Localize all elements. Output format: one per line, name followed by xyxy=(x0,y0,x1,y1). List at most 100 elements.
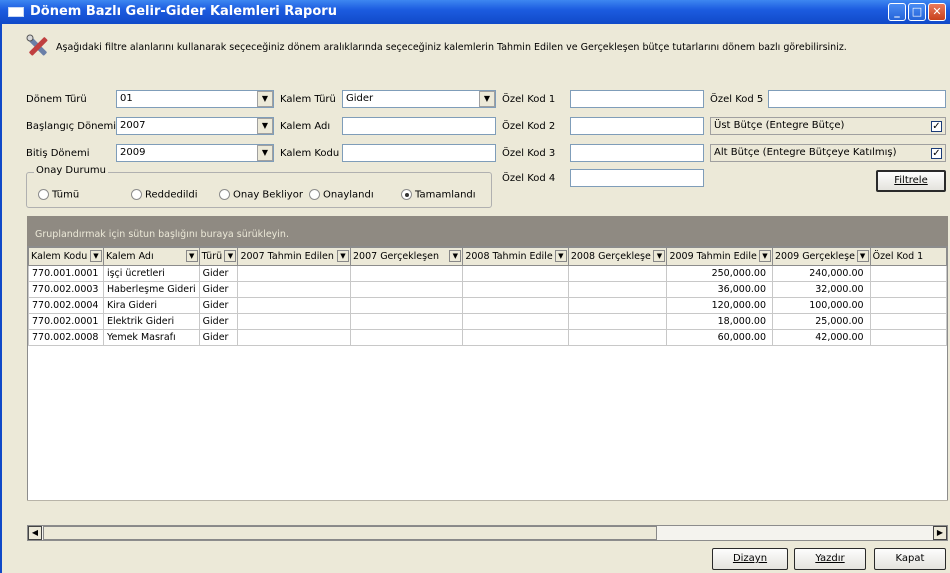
maximize-icon[interactable]: □ xyxy=(908,3,926,21)
bitis-select[interactable]: 2009 xyxy=(116,144,274,162)
cell[interactable] xyxy=(349,281,464,298)
cell[interactable]: Kira Gideri xyxy=(102,297,200,314)
scroll-left-icon[interactable]: ◀ xyxy=(28,526,42,540)
kalem-adi-input[interactable] xyxy=(342,117,496,135)
group-by-panel[interactable]: Gruplandırmak için sütun başlığını buray… xyxy=(27,216,948,246)
cell[interactable]: 60,000.00 xyxy=(666,329,773,346)
donem-turu-select[interactable]: 01 xyxy=(116,90,274,108)
cell[interactable] xyxy=(237,329,351,346)
radio-tamamlandi[interactable]: Tamamlandı xyxy=(401,189,476,201)
horizontal-scrollbar[interactable]: ◀ ▶ xyxy=(27,525,948,541)
chevron-down-icon[interactable]: ▼ xyxy=(856,250,869,262)
chevron-down-icon[interactable]: ▼ xyxy=(759,250,771,262)
radio-icon[interactable] xyxy=(38,189,49,200)
cell[interactable]: 32,000.00 xyxy=(772,281,871,298)
cell[interactable]: 240,000.00 xyxy=(772,265,871,282)
chevron-down-icon[interactable]: ▼ xyxy=(653,250,666,262)
cell[interactable]: 18,000.00 xyxy=(666,313,773,330)
cell[interactable]: 36,000.00 xyxy=(666,281,773,298)
cell[interactable] xyxy=(567,265,668,282)
cell[interactable]: 25,000.00 xyxy=(772,313,871,330)
cell[interactable]: 42,000.00 xyxy=(772,329,871,346)
cell[interactable]: 250,000.00 xyxy=(666,265,773,282)
cell[interactable]: Elektrik Gideri xyxy=(102,313,200,330)
ozel-kod-4-input[interactable] xyxy=(570,169,704,187)
cell[interactable] xyxy=(237,265,351,282)
cell[interactable]: Haberleşme Gideri xyxy=(102,281,200,298)
cell[interactable]: Gider xyxy=(198,313,239,330)
data-grid[interactable]: Kalem Kodu ▼ Kalem Adı ▼ Türü ▼ 2007 Tahmin… xyxy=(27,246,948,522)
cell[interactable]: 770.002.0008 xyxy=(28,329,104,346)
kalem-kodu-input[interactable] xyxy=(342,144,496,162)
minimize-icon[interactable]: _ xyxy=(888,3,906,21)
chevron-down-icon[interactable]: ▼ xyxy=(479,91,495,107)
cell[interactable] xyxy=(869,265,947,282)
radio-tumu[interactable]: Tümü xyxy=(38,189,79,201)
table-row[interactable]: 770.002.0001 Elektrik Gideri Gider 18,000.0… xyxy=(28,313,947,330)
close-icon[interactable]: ✕ xyxy=(928,3,946,21)
radio-icon[interactable] xyxy=(309,189,320,200)
yazdir-button[interactable]: Yazdır xyxy=(794,548,866,570)
cell[interactable] xyxy=(462,313,569,330)
column-header[interactable]: 2009 Tahmin Edile ▼ xyxy=(666,247,773,266)
scroll-right-icon[interactable]: ▶ xyxy=(933,526,947,540)
alt-butce-checkbox[interactable]: ✓ xyxy=(931,148,942,159)
cell[interactable] xyxy=(567,297,668,314)
cell[interactable]: 100,000.00 xyxy=(772,297,871,314)
cell[interactable] xyxy=(349,265,464,282)
cell[interactable]: 770.001.0001 xyxy=(28,265,104,282)
column-header[interactable]: 2008 Tahmin Edile ▼ xyxy=(462,247,569,266)
column-header[interactable]: Türü ▼ xyxy=(198,247,239,266)
cell[interactable]: işçi ücretleri xyxy=(102,265,200,282)
ozel-kod-5-input[interactable] xyxy=(768,90,946,108)
cell[interactable]: Gider xyxy=(198,281,239,298)
cell[interactable] xyxy=(462,265,569,282)
kalem-turu-select[interactable]: Gider xyxy=(342,90,496,108)
filtrele-button[interactable]: Filtrele xyxy=(876,170,946,192)
cell[interactable] xyxy=(869,297,947,314)
chevron-down-icon[interactable]: ▼ xyxy=(257,91,273,107)
cell[interactable]: 120,000.00 xyxy=(666,297,773,314)
title-bar[interactable]: Dönem Bazlı Gelir-Gider Kalemleri Raporu… xyxy=(0,0,950,24)
column-header[interactable]: Kalem Kodu ▼ xyxy=(28,247,104,266)
radio-onaylandi[interactable]: Onaylandı xyxy=(309,189,374,201)
radio-reddedildi[interactable]: Reddedildi xyxy=(131,189,198,201)
chevron-down-icon[interactable]: ▼ xyxy=(185,250,198,262)
cell[interactable]: 770.002.0003 xyxy=(28,281,104,298)
cell[interactable] xyxy=(462,329,569,346)
radio-onay-bekliyor[interactable]: Onay Bekliyor xyxy=(219,189,303,201)
cell[interactable] xyxy=(349,313,464,330)
cell[interactable] xyxy=(567,313,668,330)
cell[interactable]: 770.002.0004 xyxy=(28,297,104,314)
scroll-thumb[interactable] xyxy=(43,526,657,540)
table-row[interactable]: 770.001.0001 işçi ücretleri Gider 250,000.0… xyxy=(28,265,947,282)
radio-icon[interactable] xyxy=(131,189,142,200)
column-header[interactable]: Kalem Adı ▼ xyxy=(102,247,200,266)
radio-icon[interactable] xyxy=(401,189,412,200)
table-row[interactable]: 770.002.0008 Yemek Masrafı Gider 60,000.00 4… xyxy=(28,329,947,346)
column-header[interactable]: 2009 Gerçekleşe ▼ xyxy=(772,247,871,266)
ozel-kod-1-input[interactable] xyxy=(570,90,704,108)
cell[interactable] xyxy=(349,297,464,314)
cell[interactable] xyxy=(567,329,668,346)
radio-icon[interactable] xyxy=(219,189,230,200)
cell[interactable] xyxy=(567,281,668,298)
cell[interactable] xyxy=(237,313,351,330)
alt-butce-checkbox-row[interactable]: Alt Bütçe (Entegre Bütçeye Katılmış) xyxy=(710,144,946,162)
cell[interactable] xyxy=(237,297,351,314)
cell[interactable]: Gider xyxy=(198,297,239,314)
chevron-down-icon[interactable]: ▼ xyxy=(89,250,102,262)
dizayn-button[interactable]: Dizayn xyxy=(712,548,788,570)
baslangic-select[interactable]: 2007 xyxy=(116,117,274,135)
column-header[interactable]: 2008 Gerçekleşe ▼ xyxy=(567,247,668,266)
chevron-down-icon[interactable]: ▼ xyxy=(449,250,462,262)
chevron-down-icon[interactable]: ▼ xyxy=(257,145,273,161)
chevron-down-icon[interactable]: ▼ xyxy=(257,118,273,134)
kapat-button[interactable]: Kapat xyxy=(874,548,946,570)
chevron-down-icon[interactable]: ▼ xyxy=(554,250,567,262)
column-header[interactable]: 2007 Tahmin Edilen ▼ xyxy=(237,247,351,266)
cell[interactable]: Gider xyxy=(198,329,239,346)
cell[interactable]: Yemek Masrafı xyxy=(102,329,200,346)
cell[interactable] xyxy=(869,329,947,346)
chevron-down-icon[interactable]: ▼ xyxy=(224,250,237,262)
